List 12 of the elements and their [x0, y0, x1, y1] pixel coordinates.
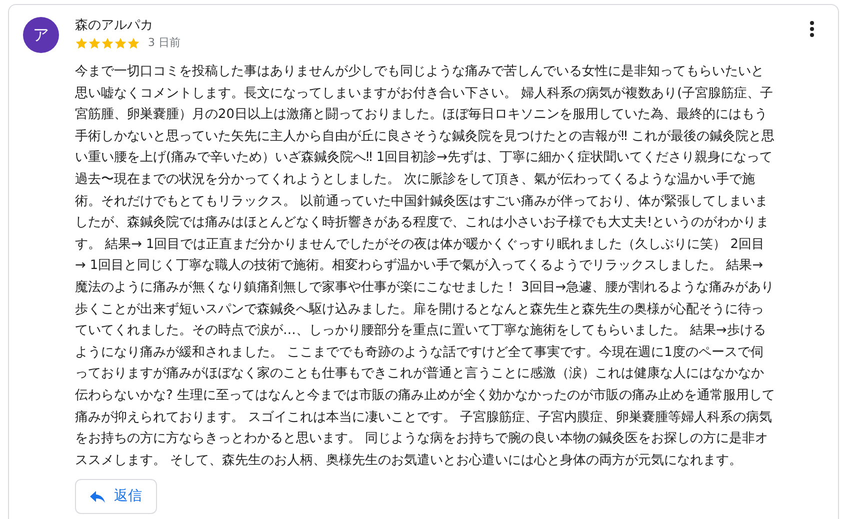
author-name: 森のアルパカ — [75, 17, 154, 35]
star-icon — [88, 36, 101, 50]
reply-icon — [90, 490, 106, 504]
review-time: 3 日前 — [148, 35, 180, 51]
star-icon — [75, 36, 88, 50]
avatar: ア — [23, 17, 59, 53]
review-text: 今まで一切口コミを投稿した事はありませんが少しでも同じような痛みで苦しんでいる女性に是非知ってもらいたいと思い嘘なくコメントします。長文になってしまいますがお付き合い下さい。 婦人科系の病気が複数あり(子宮腺筋症、子宮筋腫、卵巣嚢腫）月の20日以上は激痛と闘っておりました。ほぼ毎日ロキソニンを服用していた為、最終的にはもう手術しかないと思っていた矢先に主人から自由が丘に良さそうな鍼灸院を見つけたとの吉報が‼ これが最後の鍼灸院と思い重い腰を上げ(痛みで辛いため）いざ森鍼灸院へ‼ 1回目初診→先ずは、丁寧に細かく症状聞いてくださり親身になって過去〜現在までの状況を分かってくれようとしました。 次に脈診をして頂き、氣が伝わってくるような温かい手で施術。それだけでもとてもリラックス。 以前通っていた中国針鍼灸医はすごい痛みが伴っており、体が緊張してしまいましたが、森鍼灸院では痛みはほとんどなく時折響きがある程度で、これは小さいお子様でも大丈夫!というのがわかります。 結果→ 1回目では正直まだ分かりませんでしたがその夜は体が暖かくぐっすり眠れました（久しぶりに笑） 2回目→ 1回目と同じく丁寧な職人の技術で施術。相変わらず温かい手で氣が入ってくるようでリラックスしました。 結果→魔法のように痛みが無くなり鎮痛剤無しで家事や仕事が楽にこなせました！ 3回目→急遽、腰が割れるような痛みがあり歩くことが出来ず短いスパンで森鍼灸へ駆け込みました。扉を開けるとなんと森先生と森先生の奥様が心配そうに待っていてくれました。その時点で涙が…、しっかり腰部分を重点に置いて丁寧な施術をしてもらいました。 結果→歩けるようになり痛みが緩和されました。 ここまででも奇跡のような話ですけど全て事実です。今現在週に1度のペースで伺っておりますが痛みがほぼなく家のことも仕事もできこれが普通と言うことに感激（涙）これは健康な人にはなかなか伝わらないかな? 生理に至ってはなんと今までは市販の痛み止めが全く効かなかったのが市販の痛み止めを通常服用して痛みが抑えられております。 スゴイこれは本当に凄いことです。 子宮腺筋症、子宮内膜症、卵巣嚢腫等婦人科系の病気をお持ちの方に方ならきっとわかると思います。 同じような病をお持ちで腕の良い本物の鍼灸医をお探しの方に是非オススメします。 そして、森先生のお人柄、奥様先生のお気遣いとお心遣いには心と身体の両方が元気になれます。 — [75, 63, 775, 470]
reply-button[interactable]: 返信 — [75, 479, 157, 514]
star-icon — [127, 36, 140, 50]
star-icon — [114, 36, 127, 50]
more-icon — [810, 21, 814, 37]
star-icon — [101, 36, 114, 50]
